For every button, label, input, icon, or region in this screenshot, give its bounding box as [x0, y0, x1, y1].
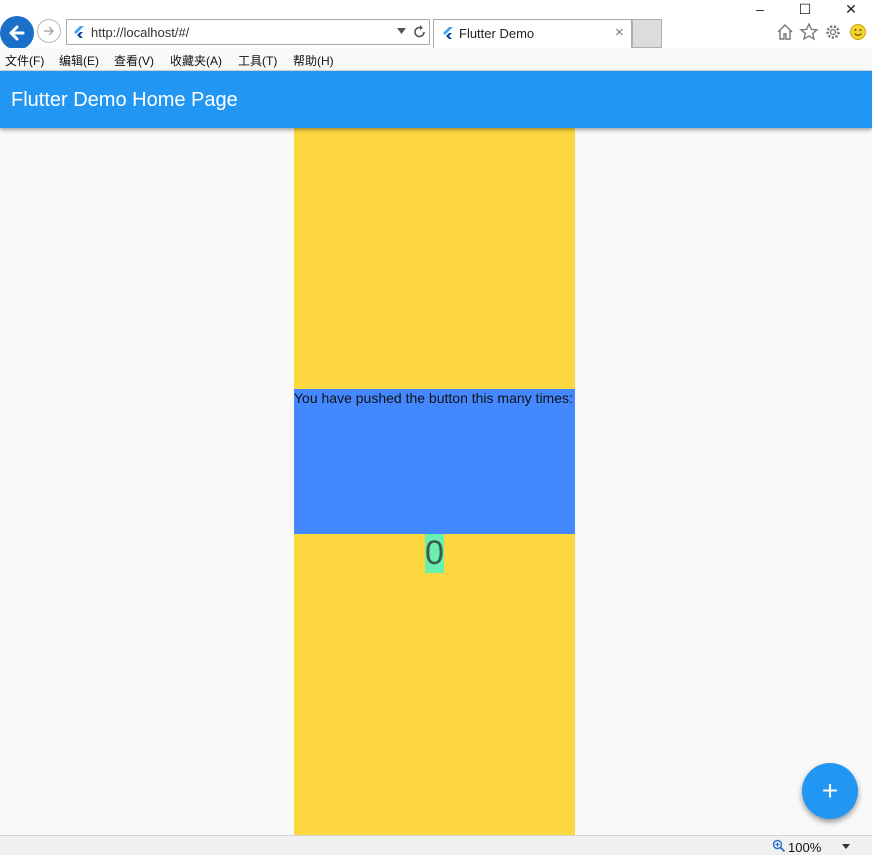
browser-chrome: – ☐ ✕ http://localhost/#/ Flutter Demo ×	[0, 0, 872, 50]
zoom-icon[interactable]	[772, 839, 786, 853]
address-bar[interactable]: http://localhost/#/	[66, 19, 430, 45]
status-bar: 100%	[0, 835, 872, 855]
forward-arrow-icon	[44, 26, 55, 36]
feedback-smiley-icon[interactable]	[848, 22, 868, 42]
menu-file[interactable]: 文件(F)	[5, 52, 44, 69]
message-box: You have pushed the button this many tim…	[294, 389, 575, 534]
flutter-favicon-icon	[443, 27, 453, 39]
maximize-button[interactable]: ☐	[782, 0, 828, 18]
menu-edit[interactable]: 编辑(E)	[59, 52, 99, 69]
pushed-message: You have pushed the button this many tim…	[294, 390, 573, 406]
tab-flutter-demo[interactable]: Flutter Demo ×	[433, 19, 632, 48]
close-window-button[interactable]: ✕	[828, 0, 872, 18]
page-title: Flutter Demo Home Page	[11, 89, 238, 111]
menu-bar: 文件(F) 编辑(E) 查看(V) 收藏夹(A) 工具(T) 帮助(H)	[0, 48, 872, 71]
address-dropdown-icon[interactable]	[397, 28, 406, 34]
new-tab-button[interactable]	[632, 19, 662, 48]
back-button[interactable]	[0, 16, 34, 50]
tab-close-button[interactable]: ×	[615, 24, 624, 41]
gear-icon[interactable]	[823, 22, 843, 42]
menu-tools[interactable]: 工具(T)	[238, 52, 277, 69]
plus-icon: +	[821, 775, 839, 806]
forward-button[interactable]	[37, 19, 61, 43]
back-arrow-icon	[9, 25, 25, 41]
tab-title: Flutter Demo	[459, 26, 535, 41]
menu-help[interactable]: 帮助(H)	[293, 52, 334, 69]
minimize-button[interactable]: –	[737, 0, 783, 18]
counter-value: 0	[425, 534, 444, 573]
app-bar: Flutter Demo Home Page	[0, 71, 872, 128]
home-icon[interactable]	[775, 22, 795, 42]
menu-view[interactable]: 查看(V)	[114, 52, 154, 69]
favorites-star-icon[interactable]	[799, 22, 819, 42]
address-text: http://localhost/#/	[91, 25, 190, 40]
content-column: You have pushed the button this many tim…	[294, 128, 575, 835]
refresh-icon[interactable]	[413, 24, 427, 40]
flutter-favicon-icon	[74, 26, 84, 38]
increment-button[interactable]: +	[802, 763, 858, 819]
menu-favorites[interactable]: 收藏夹(A)	[170, 52, 222, 69]
zoom-level[interactable]: 100%	[788, 840, 821, 855]
zoom-dropdown-icon[interactable]	[842, 844, 850, 849]
